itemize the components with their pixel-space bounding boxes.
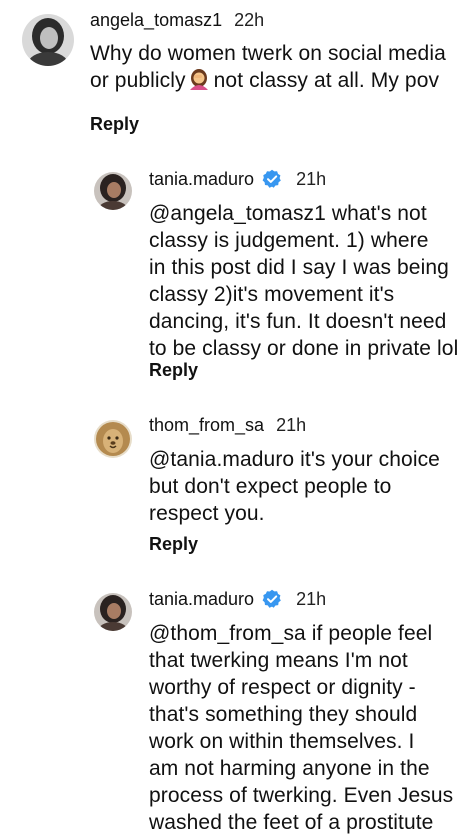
comment-text-part: or publicly: [90, 69, 186, 92]
comment-line: dancing, it's fun. It doesn't need: [149, 310, 447, 333]
comment-text: @thom_from_sa if people feel that twerki…: [149, 620, 453, 836]
comment-line: that's something they should: [149, 703, 418, 726]
reply-button[interactable]: Reply: [90, 114, 139, 135]
verified-badge-icon: [262, 169, 282, 189]
comment-line: in this post did I say I was being: [149, 256, 449, 279]
timestamp: 21h: [296, 589, 327, 609]
username[interactable]: tania.maduro: [149, 588, 254, 610]
reply-button[interactable]: Reply: [149, 534, 198, 555]
comment-line: @angela_tomasz1 what's not: [149, 202, 427, 225]
avatar-tania[interactable]: [94, 593, 132, 631]
comment-line: washed the feet of a prostitute: [149, 811, 434, 834]
username[interactable]: thom_from_sa: [149, 414, 264, 436]
reply-button[interactable]: Reply: [149, 360, 198, 381]
avatar-tania[interactable]: [94, 172, 132, 210]
timestamp: 21h: [296, 169, 327, 189]
comment-text-part: not classy at all. My pov: [213, 69, 440, 92]
comment-line: but don't expect people to: [149, 475, 392, 498]
comment-text: @angela_tomasz1 what's not classy is jud…: [149, 200, 458, 362]
avatar-thom[interactable]: [94, 420, 132, 458]
timestamp: 21h: [276, 415, 307, 435]
comment-line: process of twerking. Even Jesus: [149, 784, 454, 807]
woman-facepalming-icon: [188, 68, 210, 90]
comment-line: classy is judgement. 1) where: [149, 229, 429, 252]
comment-line: classy 2)it's movement it's: [149, 283, 395, 306]
comment-line: respect you.: [149, 502, 265, 525]
comment-line: @tania.maduro it's your choice: [149, 448, 440, 471]
timestamp: 22h: [234, 10, 265, 30]
comment-line: worthy of respect or dignity -: [149, 676, 416, 699]
username[interactable]: angela_tomasz1: [90, 9, 222, 31]
verified-badge-icon: [262, 589, 282, 609]
username[interactable]: tania.maduro: [149, 168, 254, 190]
comment-text: @tania.maduro it's your choice but don't…: [149, 446, 440, 527]
comment-text: Why do women twerk on social media or pu…: [90, 40, 446, 94]
comment-line: to be classy or done in private lol: [149, 337, 459, 360]
comment-line: @thom_from_sa if people feel: [149, 622, 433, 645]
comment-line: that twerking means I'm not: [149, 649, 408, 672]
comment-line: Why do women twerk on social media: [90, 42, 446, 65]
avatar-angela[interactable]: [22, 14, 74, 66]
comment-line: work on within themselves. I: [149, 730, 415, 753]
comment-line: or publicly not classy at all. My pov: [90, 67, 446, 94]
comment-line: am not harming anyone in the: [149, 757, 430, 780]
